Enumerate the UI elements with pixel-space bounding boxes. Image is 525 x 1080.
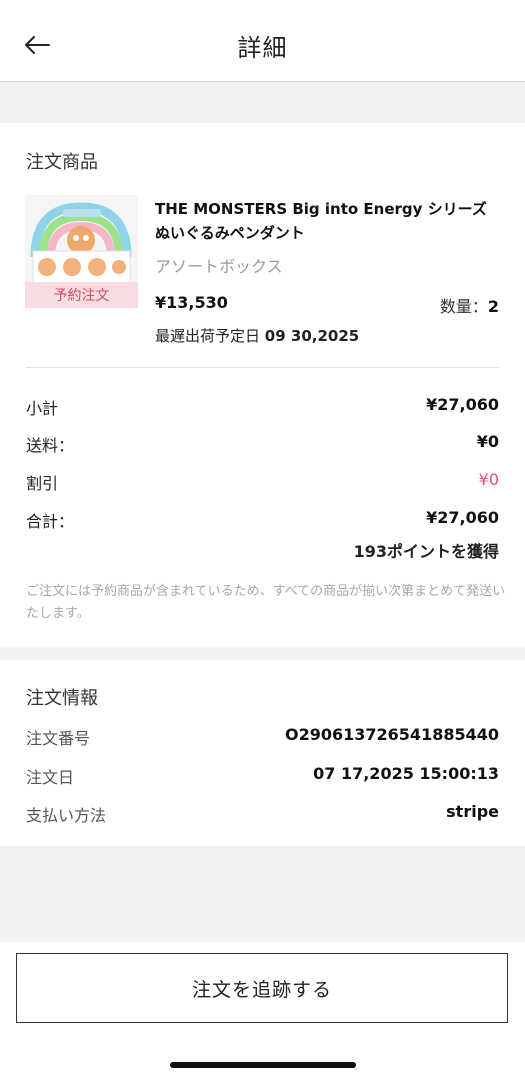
page-title: 詳細: [237, 34, 288, 62]
order-number-value: O290613726541885440: [285, 725, 499, 744]
bottom-action-bar: 注文を追跡する: [0, 942, 525, 1080]
product-variant: アソートボックス: [155, 257, 283, 276]
section-title-products: 注文商品: [26, 152, 98, 173]
section-title-info: 注文情報: [26, 688, 98, 709]
order-date-value: 07 17,2025 15:00:13: [313, 764, 499, 783]
track-order-button[interactable]: 注文を追跡する: [16, 953, 508, 1023]
preorder-note: ご注文には予約商品が含まれているため、すべての商品が揃い次第まとめて発送いたしま…: [26, 584, 506, 621]
product-thumbnail[interactable]: 予約注文: [25, 195, 138, 308]
order-number-label: 注文番号: [26, 729, 91, 748]
quantity-label: 数量：: [439, 297, 488, 316]
total-label: 合計：: [26, 512, 75, 531]
shipping-fee-value: ¥0: [476, 432, 499, 451]
product-quantity: 数量：2: [440, 293, 499, 317]
payment-method-label: 支払い方法: [26, 806, 107, 825]
product-name[interactable]: THE MONSTERS Big into Energy シリーズ ぬいぐるみペ…: [155, 197, 500, 245]
order-products-section: 注文商品 予約注文 THE MONSTERS Big into Energy シ…: [0, 123, 525, 647]
discount-label: 割引: [26, 474, 59, 493]
home-indicator: [170, 1062, 356, 1068]
points-earned: 193ポイントを獲得: [353, 542, 499, 561]
order-date-label: 注文日: [26, 768, 75, 787]
order-info-section: 注文情報 注文番号 O290613726541885440 注文日 07 17,…: [0, 660, 525, 846]
subtotal-value: ¥27,060: [426, 395, 499, 414]
divider: [26, 367, 499, 368]
ship-label: 最遅出荷予定日: [155, 327, 261, 345]
shipping-fee-label: 送料：: [26, 436, 75, 455]
ship-date: 09 30,2025: [264, 327, 360, 345]
payment-method-value: stripe: [446, 802, 499, 821]
discount-value: ¥0: [478, 470, 499, 489]
product-price: ¥13,530: [155, 293, 228, 312]
preorder-tag: 予約注文: [25, 282, 138, 308]
total-value: ¥27,060: [426, 508, 499, 527]
shipping-estimate: 最遅出荷予定日 09 30,2025: [155, 325, 359, 346]
subtotal-label: 小計: [26, 399, 59, 418]
top-navigation-bar: 詳細: [0, 0, 525, 82]
quantity-value: 2: [487, 297, 499, 316]
